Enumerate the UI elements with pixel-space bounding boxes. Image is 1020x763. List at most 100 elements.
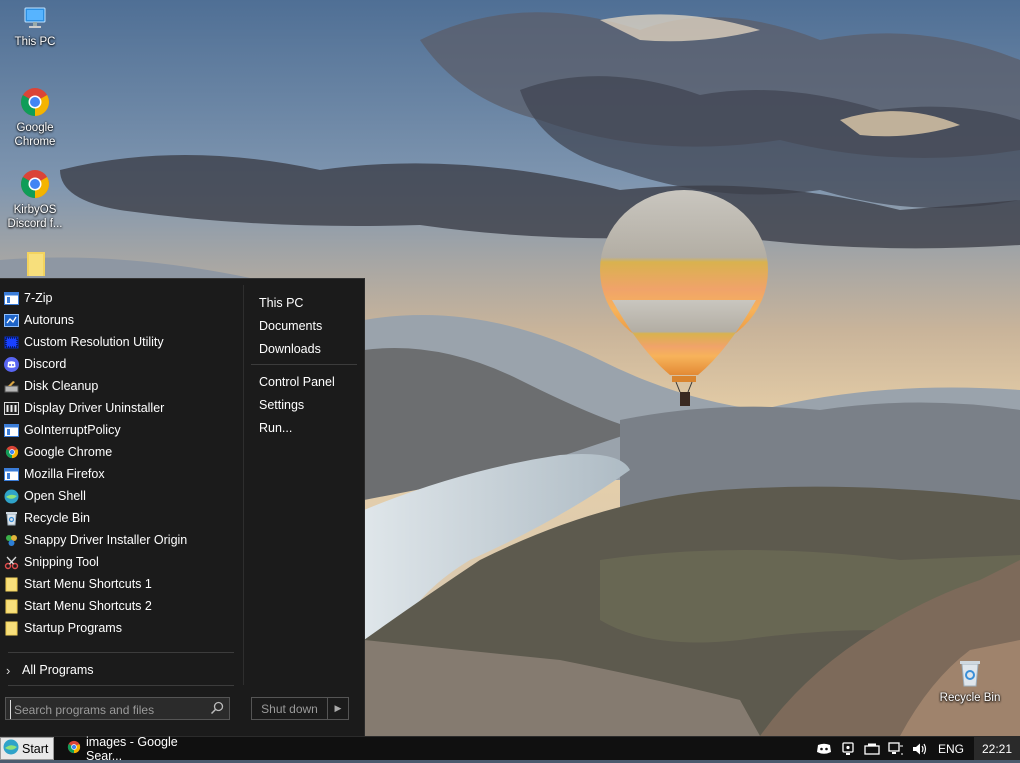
desktop-icon-this-pc[interactable]: This PC bbox=[0, 4, 70, 49]
program-label: Start Menu Shortcuts 2 bbox=[24, 599, 152, 613]
desktop-icon-recycle-bin[interactable]: Recycle Bin bbox=[935, 658, 1005, 705]
place-label: Documents bbox=[259, 318, 323, 333]
start-label: Start bbox=[22, 741, 49, 756]
chrome-icon bbox=[21, 170, 49, 198]
volume-icon[interactable] bbox=[908, 737, 932, 760]
place-this-pc[interactable]: This PC bbox=[251, 291, 357, 314]
places-list: This PC Documents Downloads Control Pane… bbox=[251, 291, 357, 439]
window-icon bbox=[4, 467, 19, 482]
search-icon[interactable] bbox=[210, 701, 224, 718]
place-control-panel[interactable]: Control Panel bbox=[251, 370, 357, 393]
program-label: GoInterruptPolicy bbox=[24, 423, 121, 437]
taskbar-item-label: images - Google Sear... bbox=[86, 734, 178, 763]
recycle-bin-icon bbox=[960, 661, 980, 687]
program-label: Custom Resolution Utility bbox=[24, 335, 164, 349]
program-item-open-shell[interactable]: Open Shell bbox=[0, 485, 240, 507]
chrome-icon bbox=[4, 445, 19, 460]
sdi-icon bbox=[4, 533, 19, 548]
taskbar-item-chrome[interactable]: images - Google Sear... bbox=[62, 734, 212, 763]
disk-cleanup-icon bbox=[4, 379, 19, 394]
program-label: Google Chrome bbox=[24, 445, 113, 459]
folder-icon bbox=[4, 599, 19, 614]
discord-icon[interactable] bbox=[812, 737, 836, 760]
place-settings[interactable]: Settings bbox=[251, 393, 357, 416]
program-item-start-menu-shortcuts-2[interactable]: Start Menu Shortcuts 2 bbox=[0, 595, 240, 617]
network-icon[interactable] bbox=[884, 737, 908, 760]
clock[interactable]: 22:21 bbox=[973, 737, 1020, 760]
place-label: Run... bbox=[259, 420, 293, 435]
desktop-icon-label: Recycle Bin bbox=[939, 692, 1001, 704]
language-indicator[interactable]: ENG bbox=[938, 742, 964, 756]
chrome-icon bbox=[21, 88, 49, 116]
chrome-icon bbox=[67, 740, 81, 757]
all-programs-button[interactable]: › All Programs bbox=[4, 659, 234, 681]
taskbar: Start images - Google Sear... ENG 22:21 bbox=[0, 734, 1020, 763]
divider bbox=[251, 364, 357, 365]
window-icon bbox=[4, 291, 19, 306]
place-run[interactable]: Run... bbox=[251, 416, 357, 439]
place-label: Control Panel bbox=[259, 374, 335, 389]
program-label: Disk Cleanup bbox=[24, 379, 99, 393]
shutdown-label: Shut down bbox=[261, 701, 318, 716]
desktop-icon-google-chrome[interactable]: Google Chrome bbox=[0, 86, 70, 149]
program-label: Mozilla Firefox bbox=[24, 467, 105, 481]
shell-icon bbox=[4, 489, 19, 504]
program-item-startup-programs[interactable]: Startup Programs bbox=[0, 617, 240, 639]
program-item-google-chrome[interactable]: Google Chrome bbox=[0, 441, 240, 463]
program-label: Autoruns bbox=[24, 313, 75, 327]
program-label: Startup Programs bbox=[24, 621, 122, 635]
program-label: Snappy Driver Installer Origin bbox=[24, 533, 188, 547]
program-list: 7-Zip Autoruns Custom Resolution Utility… bbox=[0, 287, 240, 639]
program-item-7zip[interactable]: 7-Zip bbox=[0, 287, 240, 309]
desktop-icon-label: This PC bbox=[14, 36, 56, 48]
divider bbox=[8, 685, 234, 686]
program-label: Snipping Tool bbox=[24, 555, 99, 569]
window-icon bbox=[4, 423, 19, 438]
shutdown-button[interactable]: Shut down bbox=[252, 698, 328, 719]
scissors-icon bbox=[4, 555, 19, 570]
program-label: Open Shell bbox=[24, 489, 86, 503]
place-label: Settings bbox=[259, 397, 305, 412]
chevron-right-icon: › bbox=[6, 662, 11, 678]
program-item-snappy-driver-installer[interactable]: Snappy Driver Installer Origin bbox=[0, 529, 240, 551]
autoruns-icon bbox=[4, 313, 19, 328]
desktop-icon-label: Google Chrome bbox=[14, 122, 56, 148]
start-button[interactable]: Start bbox=[0, 737, 54, 760]
program-item-disk-cleanup[interactable]: Disk Cleanup bbox=[0, 375, 240, 397]
computer-icon bbox=[24, 7, 46, 28]
folder-shortcut-icon bbox=[27, 252, 45, 276]
program-item-autoruns[interactable]: Autoruns bbox=[0, 309, 240, 331]
program-item-start-menu-shortcuts-1[interactable]: Start Menu Shortcuts 1 bbox=[0, 573, 240, 595]
program-item-mozilla-firefox[interactable]: Mozilla Firefox bbox=[0, 463, 240, 485]
place-downloads[interactable]: Downloads bbox=[251, 337, 357, 360]
ddu-icon bbox=[4, 401, 19, 416]
search-box[interactable] bbox=[5, 697, 230, 720]
program-item-discord[interactable]: Discord bbox=[0, 353, 240, 375]
program-item-custom-resolution-utility[interactable]: Custom Resolution Utility bbox=[0, 331, 240, 353]
program-label: 7-Zip bbox=[24, 291, 53, 305]
webcam-icon[interactable] bbox=[836, 737, 860, 760]
divider bbox=[8, 652, 234, 653]
shutdown-options-button[interactable]: ▶ bbox=[328, 698, 348, 719]
program-item-gointerruptpolicy[interactable]: GoInterruptPolicy bbox=[0, 419, 240, 441]
program-label: Discord bbox=[24, 357, 67, 371]
chevron-right-icon: ▶ bbox=[334, 703, 342, 713]
place-documents[interactable]: Documents bbox=[251, 314, 357, 337]
all-programs-label: All Programs bbox=[22, 663, 94, 677]
place-label: This PC bbox=[259, 295, 304, 310]
usb-icon[interactable] bbox=[860, 737, 884, 760]
desktop-icon-kirbyos-discord[interactable]: KirbyOS Discord f... bbox=[0, 168, 70, 231]
desktop-icon-folder-shortcut[interactable] bbox=[0, 250, 70, 279]
search-input[interactable] bbox=[10, 700, 206, 719]
place-label: Downloads bbox=[259, 341, 321, 356]
program-label: Display Driver Uninstaller bbox=[24, 401, 165, 415]
shutdown-button-group: Shut down ▶ bbox=[251, 697, 349, 720]
program-item-recycle-bin[interactable]: Recycle Bin bbox=[0, 507, 240, 529]
discord-icon bbox=[4, 356, 19, 372]
program-item-display-driver-uninstaller[interactable]: Display Driver Uninstaller bbox=[0, 397, 240, 419]
program-label: Start Menu Shortcuts 1 bbox=[24, 577, 152, 591]
desktop-icon-label: KirbyOS Discord f... bbox=[7, 204, 63, 230]
start-menu: 7-Zip Autoruns Custom Resolution Utility… bbox=[0, 278, 365, 737]
program-item-snipping-tool[interactable]: Snipping Tool bbox=[0, 551, 240, 573]
system-tray: ENG 22:21 bbox=[812, 737, 1020, 760]
